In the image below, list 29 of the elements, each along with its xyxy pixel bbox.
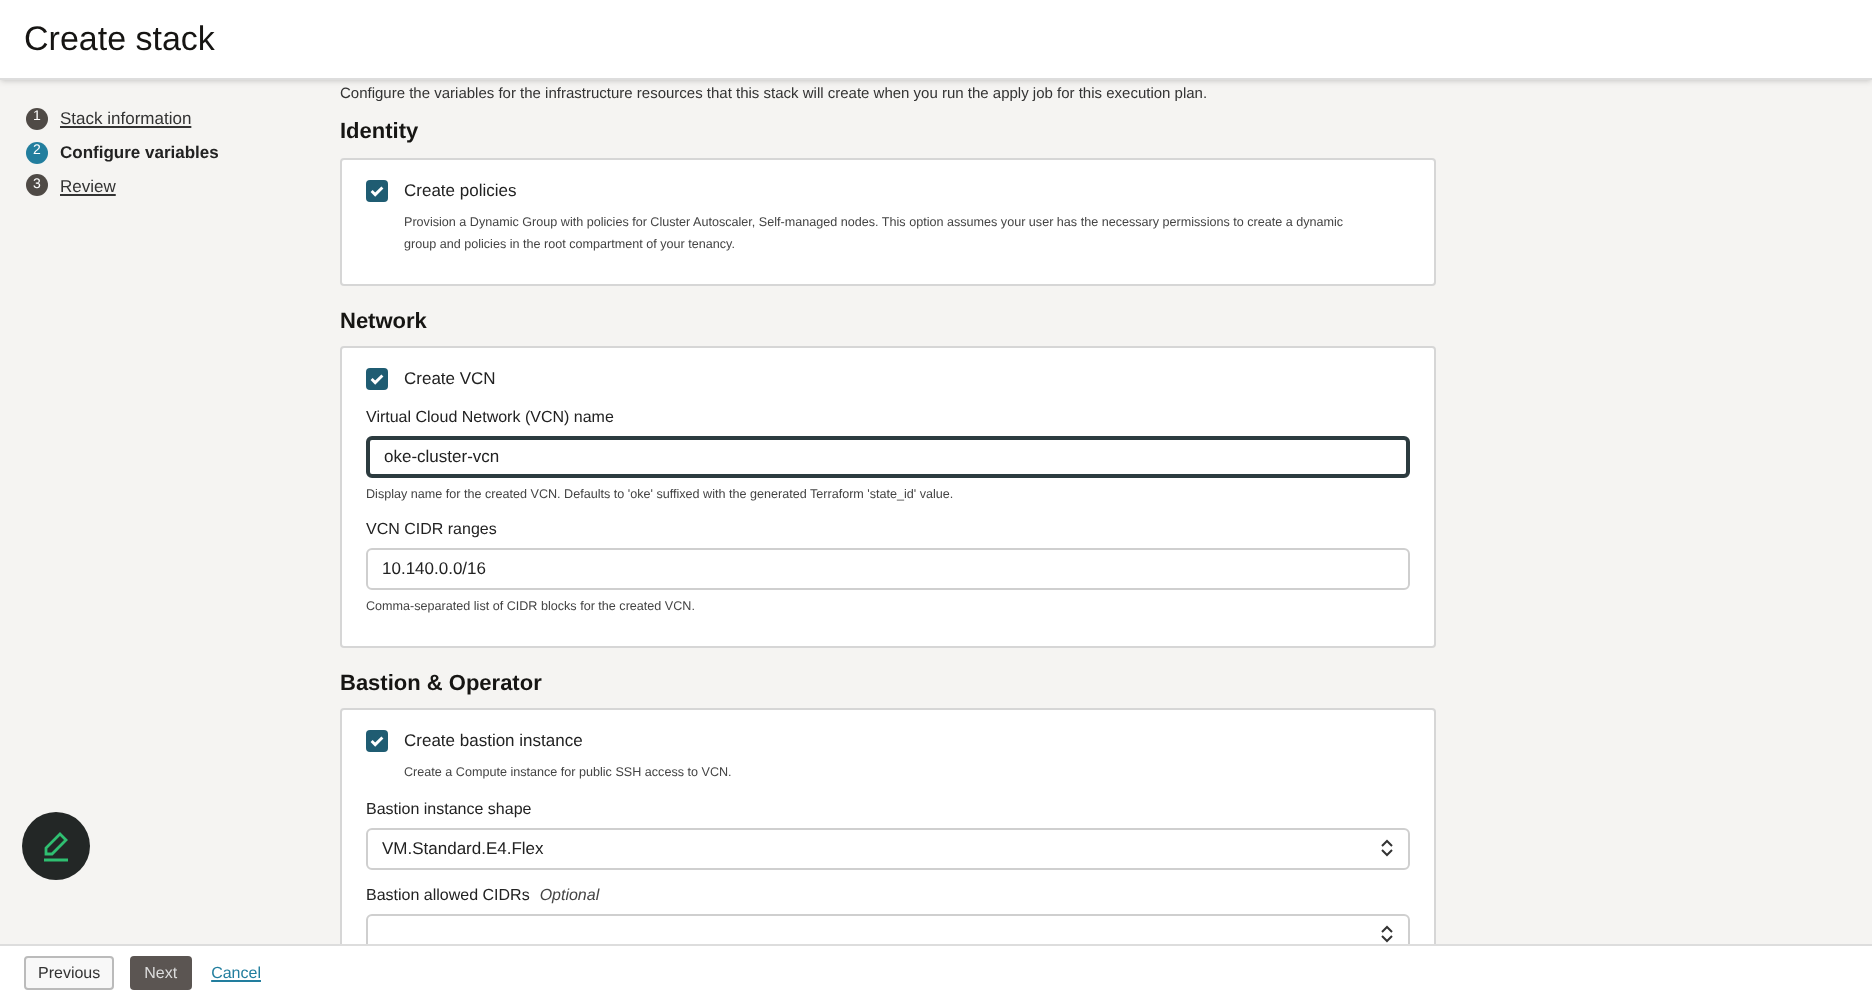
previous-button[interactable]: Previous [24, 956, 115, 990]
step-link[interactable]: Stack information [60, 106, 192, 132]
cancel-link[interactable]: Cancel [211, 961, 261, 985]
step-link[interactable]: Review [60, 173, 116, 199]
chevron-icon [1380, 924, 1394, 944]
chevron-icon [1380, 838, 1394, 859]
optional-tag: Optional [539, 883, 600, 908]
step-label: Configure variables [60, 139, 219, 165]
field-label: Bastion instance shape [366, 797, 532, 822]
field-label: Bastion allowed CIDRs [366, 883, 530, 908]
section-title: Network [340, 307, 429, 337]
checkbox[interactable] [366, 367, 388, 390]
input-field[interactable]: 10.140.0.0/16 [366, 548, 1410, 591]
field-label: Virtual Cloud Network (VCN) name [366, 405, 616, 430]
pencil-icon [38, 828, 74, 864]
field-label: VCN CIDR ranges [366, 518, 499, 543]
section-title: Bastion & Operator [340, 669, 544, 700]
checkbox[interactable] [366, 179, 388, 202]
input-field[interactable]: oke-cluster-vcn [366, 435, 1410, 478]
checkbox-label: Create bastion instance [404, 728, 583, 754]
select-field[interactable]: VM.Standard.E4.Flex [366, 827, 1410, 870]
select-field[interactable] [366, 913, 1410, 944]
section-title: Identity [340, 118, 421, 149]
next-button[interactable]: Next [130, 956, 192, 990]
checkbox-label: Create policies [404, 177, 517, 203]
page-title: Create stack [24, 17, 215, 62]
checkbox-label: Create VCN [404, 366, 496, 392]
checkbox[interactable] [366, 730, 388, 752]
edit-button[interactable] [22, 812, 90, 880]
